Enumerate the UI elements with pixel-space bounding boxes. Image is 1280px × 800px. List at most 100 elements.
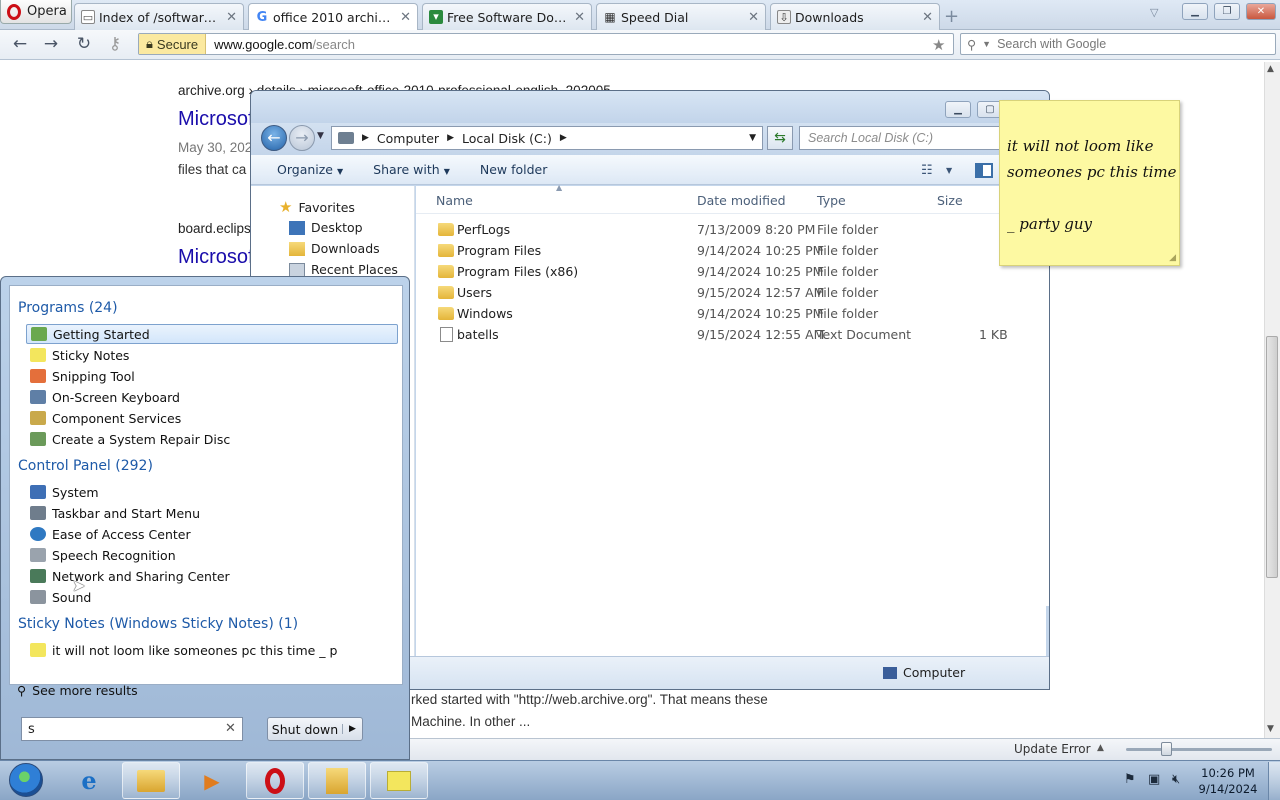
result-title-1[interactable]: Microsoft [178,108,259,131]
file-row-batells[interactable]: batells 9/15/2024 12:55 AM Text Document… [416,324,1049,345]
file-row-users[interactable]: Users 9/15/2024 12:57 AM File folder [416,282,1049,303]
sticky-notes-header[interactable]: Sticky Notes (Windows Sticky Notes) (1) [18,616,298,632]
control-panel-header[interactable]: Control Panel (292) [18,458,153,474]
action-center-flag-icon[interactable]: ⚑ [1124,772,1136,787]
tab-speed-dial[interactable]: ▦ Speed Dial ✕ [596,3,766,30]
nav-downloads[interactable]: Downloads [289,241,380,256]
result-component-services[interactable]: Component Services [26,408,398,428]
tab-index-software[interactable]: ▭ Index of /software/mso... ✕ [74,3,244,30]
result-system-repair-disc[interactable]: Create a System Repair Disc [26,429,398,449]
column-size[interactable]: Size [937,193,963,208]
explorer-back-icon[interactable]: ← [261,125,287,151]
scroll-down-icon[interactable]: ▼ [1267,724,1274,734]
reload-icon[interactable]: ↻ [73,34,95,54]
column-name[interactable]: Name [436,193,473,208]
breadcrumb-separator-icon[interactable]: ▶ [362,133,369,143]
browser-search-field[interactable]: ⚲ ▼ Search with Google [960,33,1276,55]
explorer-address-bar[interactable]: ▶ Computer ▶ Local Disk (C:) ▶ ▼ [331,126,763,150]
volume-muted-icon[interactable]: 🔇︎ [1172,772,1180,787]
result-speech-recognition[interactable]: Speech Recognition [26,545,398,565]
close-tab-icon[interactable]: ✕ [226,10,237,25]
status-dropdown-icon[interactable]: ▲ [1097,743,1104,753]
result-sticky-note-item[interactable]: it will not loom like someones pc this t… [26,640,398,660]
key-icon[interactable]: ⚷ [104,34,126,54]
zoom-slider-handle[interactable] [1161,742,1172,756]
file-row-program-files[interactable]: Program Files 9/14/2024 10:25 PM File fo… [416,240,1049,261]
taskbar-media-player[interactable]: ▶ [183,762,241,799]
close-tab-icon[interactable]: ✕ [922,10,933,25]
breadcrumb-separator-icon[interactable]: ▶ [560,133,567,143]
result-on-screen-keyboard[interactable]: On-Screen Keyboard [26,387,398,407]
file-row-windows[interactable]: Windows 9/14/2024 10:25 PM File folder [416,303,1049,324]
view-options-icon[interactable]: ☷ [921,163,933,178]
search-engine-dropdown-icon[interactable]: ▼ [982,39,991,49]
secure-badge[interactable]: 🔒︎ Secure [139,34,207,54]
result-url-2[interactable]: board.eclips [178,221,251,236]
programs-header[interactable]: Programs (24) [18,300,118,316]
taskbar-explorer[interactable] [122,762,180,799]
file-row-program-files-x86[interactable]: Program Files (x86) 9/14/2024 10:25 PM F… [416,261,1049,282]
result-system[interactable]: System [26,482,398,502]
nav-favorites[interactable]: ★ Favorites [279,198,355,216]
url-text[interactable]: www.google.com/search [206,37,355,52]
sticky-note[interactable]: it will not loom like someones pc this t… [999,100,1180,266]
nav-recent-places[interactable]: Recent Places [289,262,398,277]
result-ease-of-access[interactable]: Ease of Access Center [26,524,398,544]
update-status[interactable]: Update Error [1014,742,1091,756]
column-type[interactable]: Type [817,193,846,208]
tab-menu-chevron-icon[interactable]: ▽ [1150,6,1158,19]
breadcrumb-computer[interactable]: Computer [377,131,439,146]
see-more-results[interactable]: ⚲ See more results [17,683,138,698]
view-chevron-icon[interactable]: ▼ [946,166,952,175]
new-folder-button[interactable]: New folder [480,162,548,177]
back-icon[interactable]: ← [9,34,31,54]
explorer-forward-icon[interactable]: → [289,125,315,151]
system-clock[interactable]: 10:26 PM 9/14/2024 [1196,765,1260,797]
breadcrumb-separator-icon[interactable]: ▶ [447,133,454,143]
close-window-icon[interactable]: ✕ [1246,3,1276,20]
refresh-icon[interactable]: ⇆ [767,126,793,150]
result-getting-started[interactable]: Getting Started [26,324,398,344]
file-row-perflogs[interactable]: PerfLogs 7/13/2009 8:20 PM File folder [416,219,1049,240]
address-dropdown-icon[interactable]: ▼ [749,133,756,143]
breadcrumb-local-disk[interactable]: Local Disk (C:) [462,131,552,146]
start-search-input[interactable]: s [21,717,243,741]
tab-office-2010[interactable]: G office 2010 archive.org ... ✕ [248,3,418,31]
resize-grip-icon[interactable]: ◢ [1169,253,1176,263]
close-tab-icon[interactable]: ✕ [574,10,585,25]
preview-pane-icon[interactable] [975,163,993,178]
scrollbar-thumb[interactable] [1266,336,1278,578]
scroll-up-icon[interactable]: ▲ [1267,64,1274,74]
show-desktop-button[interactable] [1268,762,1280,800]
taskbar-internet-explorer[interactable]: e [60,762,118,799]
clear-search-icon[interactable]: ✕ [225,721,236,736]
restore-icon[interactable]: ❐ [1214,3,1240,20]
explorer-titlebar[interactable] [251,91,1049,123]
new-tab-icon[interactable]: + [944,6,959,27]
shut-down-button[interactable]: Shut down ▶ [267,717,363,741]
start-button[interactable] [2,761,50,799]
result-title-2[interactable]: Microsoft [178,246,259,269]
recent-pages-chevron-icon[interactable]: ▼ [317,131,324,141]
close-tab-icon[interactable]: ✕ [400,10,411,25]
result-snipping-tool[interactable]: Snipping Tool [26,366,398,386]
opera-menu-button[interactable]: Opera [0,0,72,24]
explorer-minimize-icon[interactable]: ▁ [945,101,971,118]
shutdown-options-chevron-icon[interactable]: ▶ [342,724,362,734]
tab-free-software[interactable]: ▾ Free Software Downloa... ✕ [422,3,592,30]
taskbar-file-explorer-2[interactable] [308,762,366,799]
share-with-button[interactable]: Share with ▼ [373,162,450,177]
tab-downloads[interactable]: ⇩ Downloads ✕ [770,3,940,30]
network-tray-icon[interactable]: ▣ [1148,772,1160,787]
close-tab-icon[interactable]: ✕ [748,10,759,25]
zoom-slider[interactable] [1126,748,1272,751]
result-taskbar-start-menu[interactable]: Taskbar and Start Menu [26,503,398,523]
address-bar[interactable]: 🔒︎ Secure www.google.com/search [138,33,954,55]
result-sticky-notes[interactable]: Sticky Notes [26,345,398,365]
nav-desktop[interactable]: Desktop [289,220,363,235]
forward-icon[interactable]: → [40,34,62,54]
sticky-note-text[interactable]: it will not loom like someones pc this t… [1007,133,1177,237]
bookmark-star-icon[interactable]: ★ [932,36,945,54]
taskbar-sticky-notes[interactable] [370,762,428,799]
column-date-modified[interactable]: Date modified [697,193,786,208]
